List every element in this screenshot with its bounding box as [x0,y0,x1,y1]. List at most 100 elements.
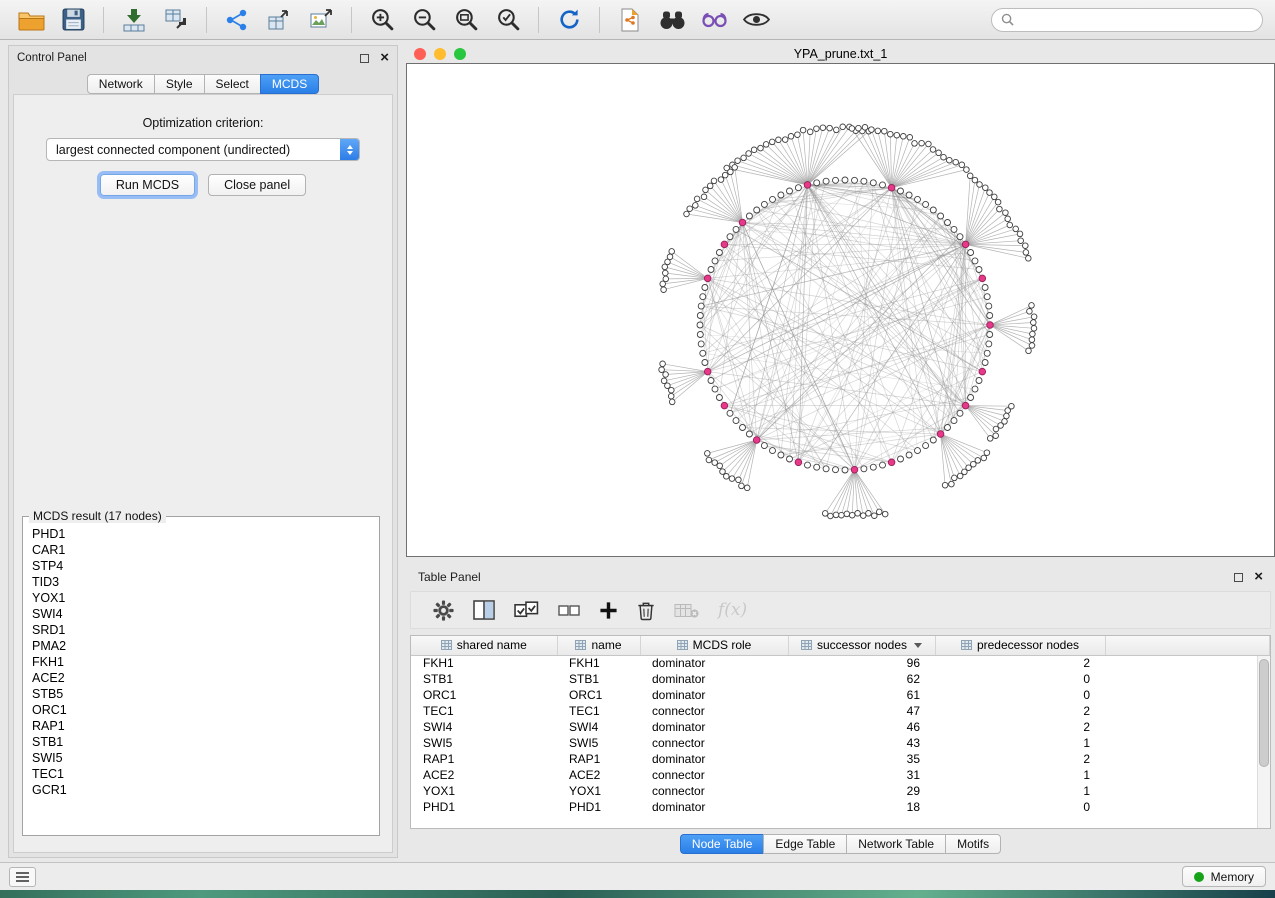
add-row-button[interactable] [599,601,618,620]
column-header-shared-name[interactable]: shared name [411,636,557,655]
mcds-result-item[interactable]: SWI4 [32,606,370,622]
cell-name[interactable]: RAP1 [557,751,640,767]
cell-name[interactable]: TEC1 [557,703,640,719]
table-row[interactable]: ACE2ACE2connector311 [411,767,1270,783]
table-row[interactable]: FKH1FKH1dominator962 [411,655,1270,671]
dominator-node[interactable] [753,437,760,444]
cell-predecessor-nodes[interactable]: 2 [935,719,1105,735]
cell-predecessor-nodes[interactable]: 0 [935,799,1105,815]
cell-successor-nodes[interactable]: 43 [788,735,935,751]
export-network-button[interactable] [218,4,256,36]
criterion-select[interactable]: largest connected component (undirected) [46,138,360,161]
cell-mcds-role[interactable]: dominator [640,799,788,815]
mcds-result-item[interactable]: SWI5 [32,750,370,766]
mcds-result-item[interactable]: STB1 [32,734,370,750]
mcds-result-item[interactable]: SRD1 [32,622,370,638]
network-canvas[interactable] [407,64,1274,556]
deselect-all-rows-button[interactable] [558,602,580,618]
network-view[interactable] [406,63,1275,557]
cell-shared-name[interactable]: YOX1 [411,783,557,799]
dominator-node[interactable] [739,219,746,226]
gear-button[interactable] [433,600,454,621]
dominator-node[interactable] [888,184,895,191]
cell-mcds-role[interactable]: connector [640,703,788,719]
cell-mcds-role[interactable]: connector [640,735,788,751]
cell-mcds-role[interactable]: dominator [640,671,788,687]
table-row[interactable]: TEC1TEC1connector472 [411,703,1270,719]
column-header-name[interactable]: name [557,636,640,655]
mcds-result-item[interactable]: CAR1 [32,542,370,558]
float-table-panel-icon[interactable] [1234,573,1243,582]
cell-successor-nodes[interactable]: 35 [788,751,935,767]
mcds-result-item[interactable]: TID3 [32,574,370,590]
tab-style[interactable]: Style [154,74,204,94]
mcds-result-item[interactable]: TEC1 [32,766,370,782]
zoom-fit-button[interactable] [447,4,485,36]
mcds-result-item[interactable]: ACE2 [32,670,370,686]
zoom-in-button[interactable] [363,4,401,36]
close-window-icon[interactable] [414,48,426,60]
save-session-button[interactable] [54,4,92,36]
show-eye-button[interactable] [737,4,775,36]
dominator-node[interactable] [979,368,986,375]
cell-shared-name[interactable]: STB1 [411,671,557,687]
cell-predecessor-nodes[interactable]: 1 [935,735,1105,751]
table-scrollbar-thumb[interactable] [1259,659,1269,767]
cell-name[interactable]: YOX1 [557,783,640,799]
column-header-successor-nodes[interactable]: successor nodes [788,636,935,655]
dominator-node[interactable] [888,459,895,466]
cell-mcds-role[interactable]: dominator [640,751,788,767]
dominator-node[interactable] [721,402,728,409]
cell-shared-name[interactable]: SWI5 [411,735,557,751]
cell-successor-nodes[interactable]: 18 [788,799,935,815]
table-row[interactable]: PHD1PHD1dominator180 [411,799,1270,815]
cell-predecessor-nodes[interactable]: 2 [935,655,1105,671]
task-history-button[interactable] [9,867,36,887]
mcds-result-item[interactable]: RAP1 [32,718,370,734]
tab-select[interactable]: Select [204,74,260,94]
export-image-button[interactable] [302,4,340,36]
mcds-result-item[interactable]: GCR1 [32,782,370,798]
open-folder-button[interactable] [12,4,50,36]
import-table-button[interactable] [115,4,153,36]
table-scrollbar[interactable] [1257,656,1270,828]
cell-mcds-role[interactable]: connector [640,767,788,783]
cell-shared-name[interactable]: TEC1 [411,703,557,719]
cell-shared-name[interactable]: SWI4 [411,719,557,735]
tab-motifs[interactable]: Motifs [945,834,1001,854]
search-input[interactable] [1020,12,1253,28]
cell-name[interactable]: PHD1 [557,799,640,815]
search-binoculars-button[interactable] [653,4,691,36]
table-row[interactable]: RAP1RAP1dominator352 [411,751,1270,767]
memory-button[interactable]: Memory [1182,866,1266,887]
cell-predecessor-nodes[interactable]: 2 [935,703,1105,719]
cell-shared-name[interactable]: ORC1 [411,687,557,703]
mcds-result-item[interactable]: STB5 [32,686,370,702]
close-table-panel-icon[interactable] [1254,572,1263,582]
cell-successor-nodes[interactable]: 62 [788,671,935,687]
column-header-predecessor-nodes[interactable]: predecessor nodes [935,636,1105,655]
dominator-node[interactable] [987,322,994,329]
cell-name[interactable]: SWI5 [557,735,640,751]
mcds-result-item[interactable]: FKH1 [32,654,370,670]
cell-shared-name[interactable]: ACE2 [411,767,557,783]
dominator-node[interactable] [962,241,969,248]
refresh-view-button[interactable] [550,4,588,36]
share-document-button[interactable] [611,4,649,36]
cell-name[interactable]: STB1 [557,671,640,687]
import-network-button[interactable] [157,4,195,36]
table-row[interactable]: STB1STB1dominator620 [411,671,1270,687]
tab-mcds[interactable]: MCDS [260,74,319,94]
cell-predecessor-nodes[interactable]: 0 [935,687,1105,703]
maximize-window-icon[interactable] [454,48,466,60]
cell-predecessor-nodes[interactable]: 2 [935,751,1105,767]
tab-edge-table[interactable]: Edge Table [763,834,846,854]
table-row[interactable]: SWI4SWI4dominator462 [411,719,1270,735]
cell-name[interactable]: ACE2 [557,767,640,783]
run-mcds-button[interactable]: Run MCDS [100,174,195,196]
cell-mcds-role[interactable]: dominator [640,719,788,735]
mcds-result-item[interactable]: PHD1 [32,526,370,542]
zoom-out-button[interactable] [405,4,443,36]
cell-successor-nodes[interactable]: 29 [788,783,935,799]
cell-shared-name[interactable]: RAP1 [411,751,557,767]
